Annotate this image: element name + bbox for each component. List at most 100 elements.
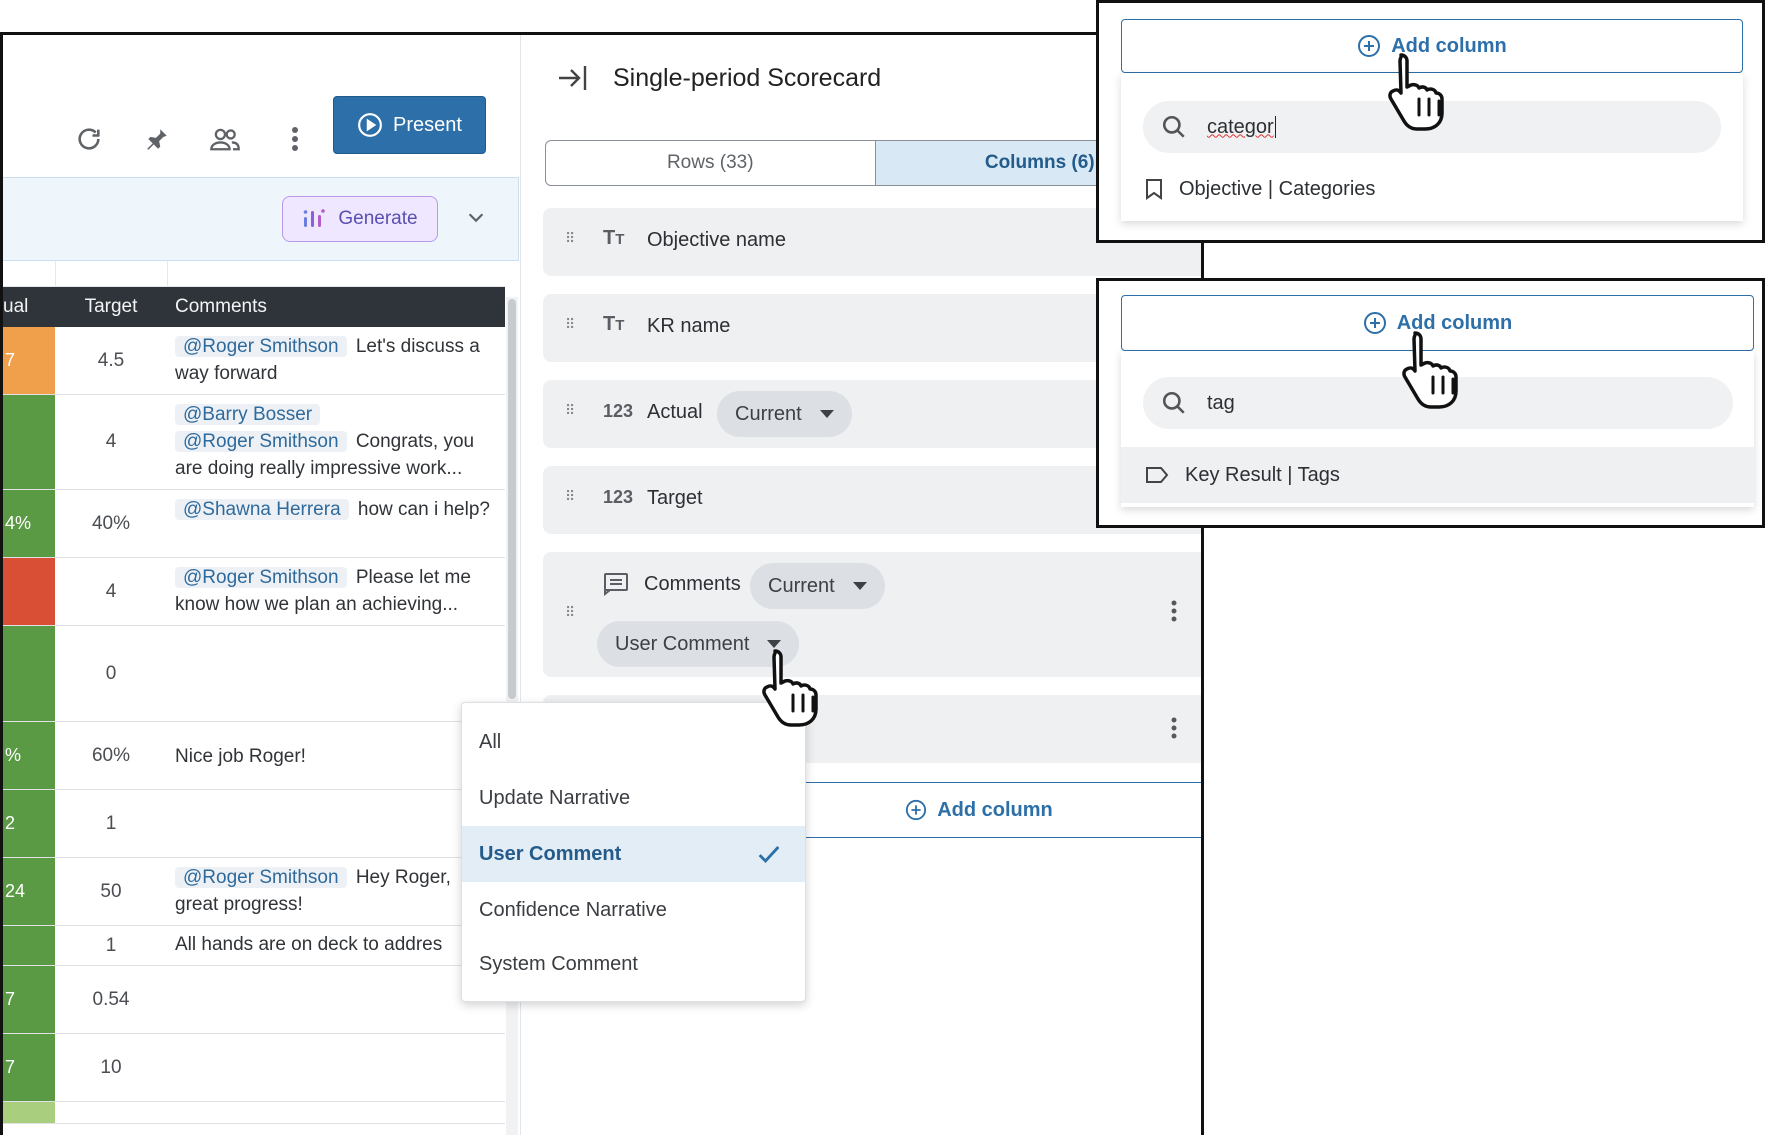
actual-cell: 24 <box>3 858 55 925</box>
search-result-label: Objective | Categories <box>1179 177 1376 200</box>
search-value: categor <box>1207 115 1274 138</box>
comment-text: Nice job Roger! <box>175 746 306 767</box>
comment-cell <box>167 1102 505 1123</box>
table-row[interactable]: 7 4.5 @Roger Smithson Let's discuss a way … <box>3 327 505 395</box>
search-result-item[interactable]: Key Result | Tags <box>1121 447 1754 503</box>
target-cell: 0.54 <box>92 988 130 1010</box>
add-circle-icon <box>1363 312 1386 334</box>
actual-cell: % <box>3 722 55 789</box>
drag-handle-icon[interactable]: ⠿ <box>565 402 575 419</box>
table-row[interactable]: 7 0.54 <box>3 966 505 1034</box>
comment-cell: @Roger Smithson Hey Roger, great progres… <box>167 858 505 925</box>
dropdown-item-user-comment[interactable]: User Comment <box>462 826 805 882</box>
table-row[interactable] <box>3 1102 505 1124</box>
table-row[interactable]: 7 10 <box>3 1034 505 1102</box>
header-comments: Comments <box>175 296 267 317</box>
drag-handle-icon[interactable]: ⠿ <box>565 316 575 333</box>
pin-icon[interactable] <box>139 121 175 157</box>
table-row[interactable]: 24 50 @Roger Smithson Hey Roger, great pro… <box>3 858 505 926</box>
search-result-label: Key Result | Tags <box>1185 463 1340 486</box>
table-row[interactable]: % 60% Nice job Roger! <box>3 722 505 790</box>
target-cell: 10 <box>100 1056 122 1078</box>
table-body: 7 4.5 @Roger Smithson Let's discuss a way … <box>3 327 505 1124</box>
chevron-down-icon[interactable] <box>465 206 487 233</box>
present-button[interactable]: Present <box>333 96 486 154</box>
scrollbar-thumb[interactable] <box>508 299 516 699</box>
dropdown-item-update-narrative[interactable]: Update Narrative <box>462 770 805 826</box>
number-type-icon: 123 <box>603 401 634 421</box>
user-mention[interactable]: @Roger Smithson <box>175 431 347 452</box>
comment-cell <box>167 1034 505 1101</box>
main-window: Present Generate ual Target Comments 7 4.… <box>0 32 1204 1135</box>
comment-icon <box>604 573 628 596</box>
generate-button[interactable]: Generate <box>282 196 438 242</box>
add-column-inset-tags: Add column tag Key Result | Tags <box>1096 278 1765 528</box>
more-vert-icon[interactable] <box>1171 717 1177 745</box>
scorecard-view: Present Generate ual Target Comments 7 4.… <box>3 35 521 1135</box>
dropdown-item-system-comment[interactable]: System Comment <box>462 936 805 992</box>
actual-cell <box>3 626 55 721</box>
actual-cell: 7 <box>3 1034 55 1101</box>
more-vert-icon[interactable] <box>277 121 313 157</box>
drag-handle-icon[interactable]: ⠿ <box>565 604 575 621</box>
more-vert-icon[interactable] <box>1171 600 1177 628</box>
panel-title: Single-period Scorecard <box>613 63 882 92</box>
actual-cell <box>3 926 55 965</box>
search-icon <box>1162 391 1185 414</box>
user-mention[interactable]: @Roger Smithson <box>175 336 347 357</box>
column-label: Target <box>647 487 703 509</box>
tab-rows[interactable]: Rows (33) <box>546 141 875 185</box>
comment-type-dropdown: All Update Narrative User Comment Confid… <box>461 702 806 1002</box>
add-circle-icon <box>1358 35 1381 57</box>
actual-cell: 4% <box>3 490 55 557</box>
dropdown-item-confidence-narrative[interactable]: Confidence Narrative <box>462 882 805 938</box>
comment-cell: @Roger Smithson Please let me know how w… <box>167 558 505 625</box>
user-mention[interactable]: @Barry Bosser <box>175 404 321 425</box>
sparkle-bars-icon <box>304 209 326 227</box>
column-card-comments[interactable]: ⠿ Comments Current User Comment <box>543 552 1201 677</box>
table-row[interactable]: 4 @Roger Smithson Please let me know how … <box>3 558 505 626</box>
comments-period-select[interactable]: Current <box>750 563 885 609</box>
table-row[interactable]: 4 @Barry Bosser @Roger Smithson Congrats, … <box>3 395 505 490</box>
comment-cell <box>167 790 505 857</box>
search-icon <box>1162 115 1185 138</box>
target-cell: 1 <box>105 934 117 956</box>
user-mention[interactable]: @Shawna Herrera <box>175 499 349 520</box>
chip-value: Current <box>768 574 835 597</box>
actual-period-select[interactable]: Current <box>717 391 852 437</box>
hand-cursor-icon <box>1402 331 1458 409</box>
number-type-icon: 123 <box>603 487 634 507</box>
table-header: ual Target Comments <box>3 287 505 327</box>
target-cell: 0 <box>105 662 117 684</box>
refresh-icon[interactable] <box>71 121 107 157</box>
user-mention[interactable]: @Roger Smithson <box>175 567 347 588</box>
comment-cell <box>167 626 505 721</box>
caret-down-icon <box>852 582 867 590</box>
user-mention[interactable]: @Roger Smithson <box>175 867 347 888</box>
add-column-button[interactable]: Add column <box>753 782 1201 838</box>
table-row[interactable]: 4% 40% @Shawna Herrera how can i help? <box>3 490 505 558</box>
column-label: Actual <box>647 401 703 423</box>
add-circle-icon <box>906 799 927 821</box>
table-row[interactable]: 21 <box>3 790 505 858</box>
table-row[interactable]: 0 <box>3 626 505 722</box>
hand-cursor-icon <box>1388 53 1444 131</box>
actual-cell: 7 <box>3 966 55 1033</box>
caret-down-icon <box>819 410 834 418</box>
search-result-item[interactable]: Objective | Categories <box>1121 171 1375 207</box>
comment-text: how can i help? <box>357 499 490 520</box>
share-users-icon[interactable] <box>207 121 243 157</box>
comment-cell: All hands are on deck to addres <box>167 926 505 965</box>
table-row[interactable]: 1 All hands are on deck to addres <box>3 926 505 966</box>
dropdown-item-all[interactable]: All <box>462 714 805 770</box>
drag-handle-icon[interactable]: ⠿ <box>565 488 575 505</box>
drag-handle-icon[interactable]: ⠿ <box>565 230 575 247</box>
comment-cell: @Barry Bosser @Roger Smithson Congrats, y… <box>167 395 505 489</box>
actual-cell: 7 <box>3 327 55 394</box>
scorecard-table: ual Target Comments 7 4.5 @Roger Smithson … <box>3 261 505 1124</box>
comment-text: All hands are on deck to addres <box>175 934 443 955</box>
actual-cell <box>3 395 55 489</box>
text-type-icon: TT <box>603 313 625 335</box>
tag-icon <box>1146 467 1169 483</box>
collapse-panel-icon[interactable] <box>557 63 589 93</box>
